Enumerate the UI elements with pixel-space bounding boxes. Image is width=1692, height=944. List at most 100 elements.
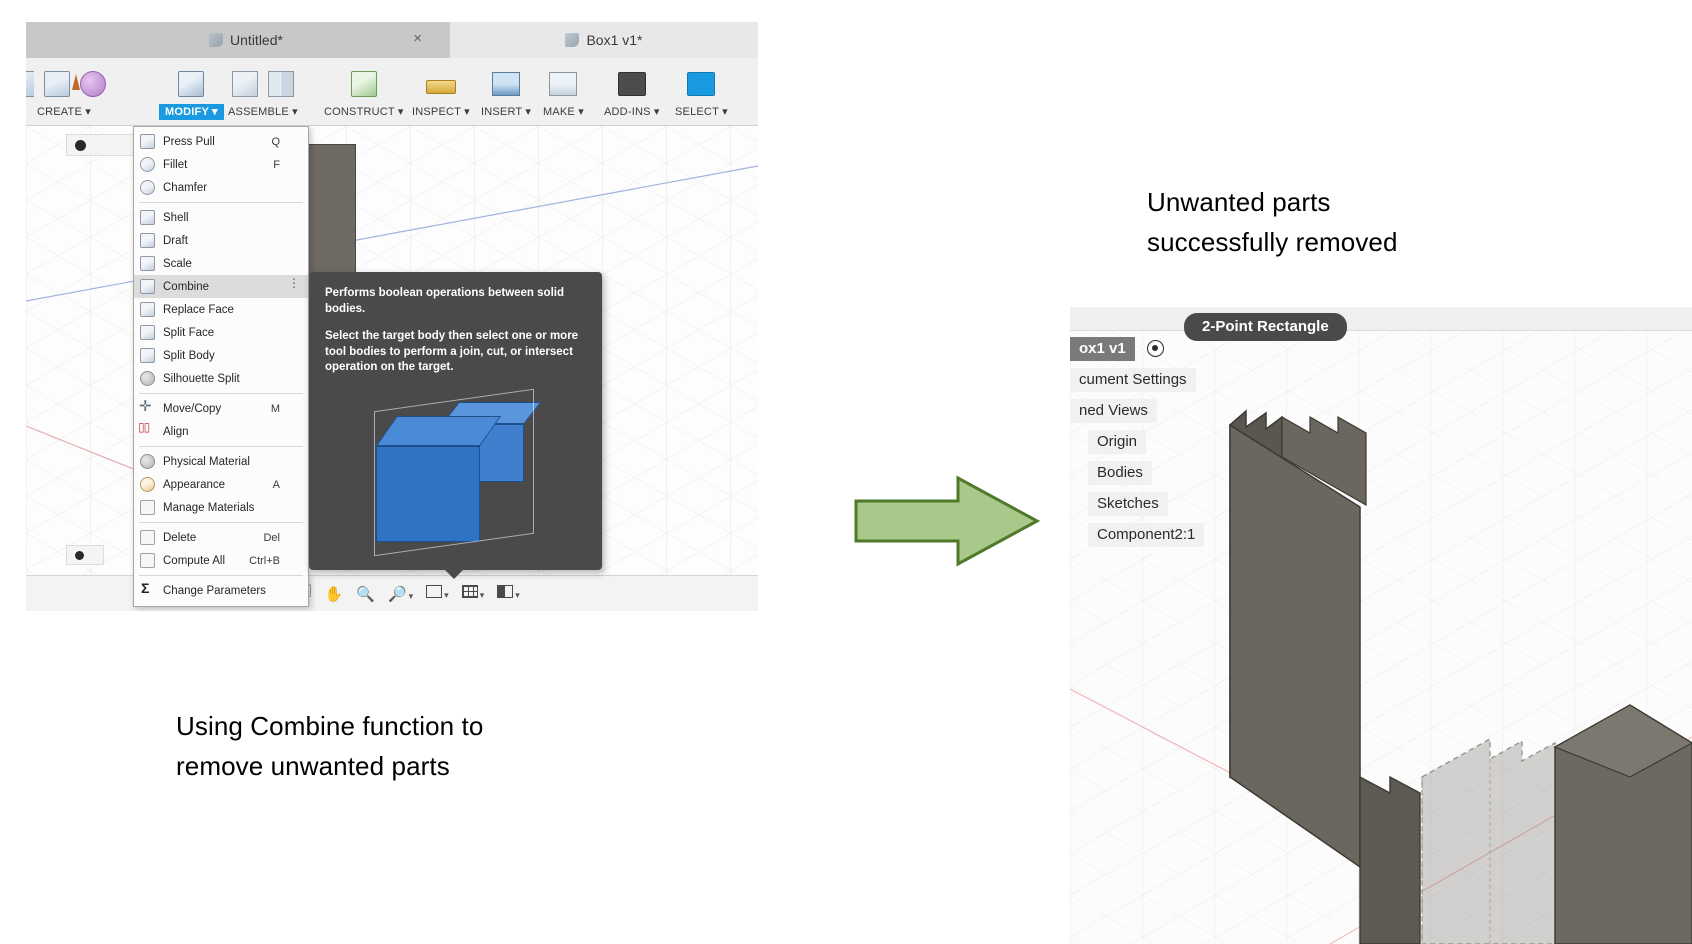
ribbon-label-modify[interactable]: MODIFY ▾ — [159, 104, 224, 120]
ribbon-group-create[interactable]: CREATE ▾ — [26, 58, 106, 126]
tree-item-document[interactable]: ox1 v1 — [1070, 337, 1230, 368]
zoom-window-icon[interactable]: 🔎 ▾ — [388, 585, 413, 603]
visibility-icon[interactable] — [1147, 340, 1165, 357]
change-parameters-icon — [140, 580, 155, 598]
press-pull-icon[interactable] — [178, 70, 205, 97]
ribbon-group-assemble[interactable]: ASSEMBLE ▾ — [222, 58, 304, 126]
tree-item-sketches[interactable]: Sketches — [1070, 492, 1230, 523]
select-icon[interactable] — [687, 72, 716, 96]
ribbon-group-select[interactable]: SELECT ▾ — [669, 58, 734, 126]
menu-separator — [139, 393, 303, 394]
menu-item-manage-materials[interactable]: Manage Materials — [134, 496, 308, 519]
menu-item-chamfer[interactable]: Chamfer — [134, 176, 308, 199]
pan-icon[interactable]: ✋ — [325, 585, 344, 603]
script-icon[interactable] — [617, 72, 646, 96]
menu-item-replace-face[interactable]: Replace Face — [134, 298, 308, 321]
menu-item-compute-all[interactable]: Compute All Ctrl+B — [134, 549, 308, 572]
ribbon-group-addins[interactable]: ADD-INS ▾ — [598, 58, 666, 126]
tab-box1[interactable]: Box1 v1* — [450, 22, 758, 58]
compute-all-icon — [140, 553, 155, 568]
ribbon-label-inspect[interactable]: INSPECT ▾ — [406, 104, 476, 120]
visibility-icon[interactable] — [75, 140, 86, 151]
preview-outline — [374, 388, 534, 556]
viewports-icon[interactable]: ▾ — [497, 585, 520, 602]
menu-separator — [139, 522, 303, 523]
browser-bottom-item[interactable] — [66, 545, 104, 565]
viewport-canvas[interactable]: Press Pull Q Fillet F Chamfer Shell Draf… — [26, 126, 758, 611]
ribbon-group-construct[interactable]: CONSTRUCT ▾ — [318, 58, 410, 126]
tab-untitled[interactable]: Untitled* × — [46, 22, 446, 58]
ribbon-label-create[interactable]: CREATE ▾ — [31, 104, 97, 120]
silhouette-split-icon — [140, 371, 155, 386]
browser-tree: ox1 v1 cument Settings ned Views Origin … — [1070, 337, 1230, 554]
menu-item-press-pull[interactable]: Press Pull Q — [134, 130, 308, 153]
chamfer-icon — [140, 180, 155, 195]
menu-item-combine[interactable]: Combine ⋮ — [134, 275, 308, 298]
tree-item-named-views[interactable]: ned Views — [1070, 399, 1230, 430]
ribbon-group-modify[interactable]: MODIFY ▾ — [159, 58, 224, 126]
tree-item-document-settings[interactable]: cument Settings — [1070, 368, 1230, 399]
insert-image-icon[interactable] — [492, 72, 521, 96]
offset-plane-icon[interactable] — [350, 70, 377, 97]
menu-item-shell[interactable]: Shell — [134, 206, 308, 229]
tree-item-origin[interactable]: Origin — [1070, 430, 1230, 461]
ribbon-label-assemble[interactable]: ASSEMBLE ▾ — [222, 104, 304, 120]
make-icons — [549, 58, 578, 104]
menu-item-fillet[interactable]: Fillet F — [134, 153, 308, 176]
menu-item-scale[interactable]: Scale — [134, 252, 308, 275]
right-top-bar — [1070, 307, 1692, 331]
ribbon-label-insert[interactable]: INSERT ▾ — [475, 104, 537, 120]
3d-print-icon[interactable] — [549, 72, 578, 96]
document-icon — [565, 33, 580, 47]
menu-separator — [139, 202, 303, 203]
ribbon-label-select[interactable]: SELECT ▾ — [669, 104, 734, 120]
extrude-icon[interactable] — [44, 70, 80, 97]
menu-item-appearance[interactable]: Appearance A — [134, 473, 308, 496]
menu-item-change-parameters[interactable]: Change Parameters — [134, 579, 308, 602]
tooltip-preview-image — [368, 388, 543, 556]
ribbon-label-make[interactable]: MAKE ▾ — [537, 104, 590, 120]
menu-item-silhouette-split[interactable]: Silhouette Split — [134, 367, 308, 390]
tree-item-component2[interactable]: Component2:1 — [1070, 523, 1230, 554]
menu-item-draft[interactable]: Draft — [134, 229, 308, 252]
measure-icon[interactable] — [425, 79, 456, 94]
ribbon-label-construct[interactable]: CONSTRUCT ▾ — [318, 104, 410, 120]
zoom-icon[interactable]: 🔍 — [356, 585, 375, 603]
mirror-icon[interactable] — [267, 70, 294, 97]
close-icon[interactable]: × — [413, 31, 422, 46]
ribbon-toolbar: CREATE ▾ MODIFY ▾ ASSEMBLE ▾ CONSTRUCT ▾… — [26, 58, 758, 126]
tree-label: Origin — [1088, 430, 1147, 454]
ribbon-group-make[interactable]: MAKE ▾ — [537, 58, 590, 126]
split-face-icon — [140, 325, 155, 340]
tooltip-tail — [443, 568, 464, 579]
menu-item-split-face[interactable]: Split Face — [134, 321, 308, 344]
menu-item-split-body[interactable]: Split Body — [134, 344, 308, 367]
modify-icons — [178, 58, 205, 104]
modify-dropdown-menu[interactable]: Press Pull Q Fillet F Chamfer Shell Draf… — [133, 126, 309, 607]
tab-label: Box1 v1* — [586, 32, 643, 48]
construct-icons — [350, 58, 377, 104]
ribbon-group-insert[interactable]: INSERT ▾ — [475, 58, 537, 126]
display-settings-icon[interactable]: ▾ — [426, 585, 449, 602]
ribbon-label-addins[interactable]: ADD-INS ▾ — [598, 104, 666, 120]
assemble-icons — [231, 58, 294, 104]
draft-icon — [140, 233, 155, 248]
align-icon — [138, 420, 155, 439]
menu-item-align[interactable]: Align — [134, 420, 308, 443]
menu-item-move-copy[interactable]: Move/Copy M — [134, 397, 308, 420]
tree-item-bodies[interactable]: Bodies — [1070, 461, 1230, 492]
tab-bar: Untitled* × Box1 v1* — [26, 22, 758, 58]
left-caption: Using Combine function to remove unwante… — [176, 707, 483, 786]
insert-icons — [492, 58, 521, 104]
mesh-icon[interactable] — [80, 70, 106, 97]
manage-materials-icon — [140, 500, 155, 515]
menu-item-physical-material[interactable]: Physical Material — [134, 450, 308, 473]
overflow-icon[interactable]: ⋮ — [288, 277, 300, 289]
new-component-icon[interactable] — [231, 70, 258, 97]
sketch-icon[interactable] — [26, 70, 34, 97]
delete-icon — [140, 530, 155, 545]
ribbon-group-inspect[interactable]: INSPECT ▾ — [406, 58, 476, 126]
grid-snap-icon[interactable]: ▾ — [461, 585, 484, 602]
menu-item-delete[interactable]: Delete Del — [134, 526, 308, 549]
scale-icon — [140, 256, 155, 271]
